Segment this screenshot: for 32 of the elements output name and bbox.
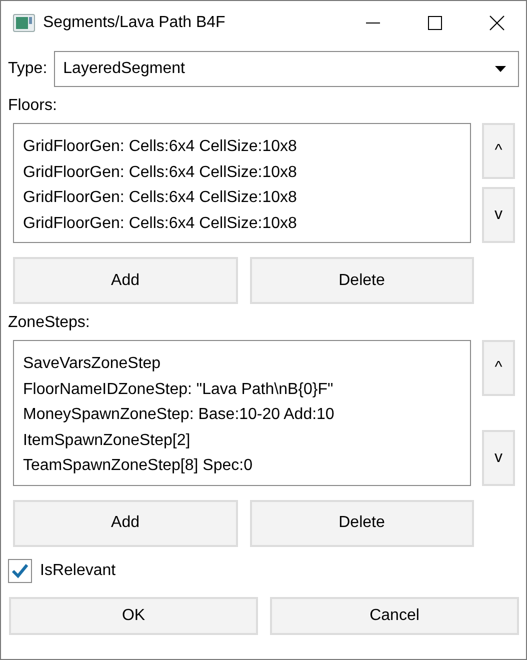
- list-item[interactable]: FloorNameIDZoneStep: "Lava Path\nB{0}F": [23, 376, 461, 402]
- move-up-button[interactable]: ^: [482, 340, 515, 396]
- type-dropdown[interactable]: LayeredSegment: [54, 51, 519, 87]
- close-icon[interactable]: [489, 15, 505, 31]
- list-item[interactable]: GridFloorGen: Cells:6x4 CellSize:10x8: [23, 134, 461, 160]
- delete-button[interactable]: Delete: [250, 257, 474, 304]
- maximize-icon[interactable]: [427, 15, 443, 31]
- list-item[interactable]: MoneySpawnZoneStep: Base:10-20 Add:10: [23, 402, 461, 428]
- checkbox-label: IsRelevant: [40, 562, 116, 580]
- type-label: Type:: [8, 60, 48, 78]
- move-up-button[interactable]: ^: [482, 123, 515, 179]
- list-box[interactable]: GridFloorGen: Cells:6x4 CellSize:10x8 GridFloorGen: Cells:6x4 CellSize:10x8 GridFloorGen: Cells:6x4 CellSize:10x8 GridFloorGen: Cells:6x4 CellSize:10x8: [13, 123, 471, 243]
- list-item[interactable]: SaveVarsZoneStep: [23, 351, 461, 376]
- list-box[interactable]: SaveVarsZoneStep FloorNameIDZoneStep: "Lava Path\nB{0}F" MoneySpawnZoneStep: Base:10-20 Add:10 ItemSpawnZoneStep[2] TeamSpawnZoneStep[8] Spec:0: [13, 340, 471, 486]
- window-title: Segments/Lava Path B4F: [43, 14, 226, 32]
- list-item[interactable]: ItemSpawnZoneStep[2]: [23, 428, 461, 453]
- app-icon: [13, 14, 35, 32]
- list-item[interactable]: GridFloorGen: Cells:6x4 CellSize:10x8: [23, 210, 461, 236]
- list-item[interactable]: GridFloorGen: Cells:6x4 CellSize:10x8: [23, 185, 461, 210]
- list-item[interactable]: GridFloorGen: Cells:6x4 CellSize:10x8: [23, 160, 461, 185]
- list-item[interactable]: TeamSpawnZoneStep[8] Spec:0: [23, 453, 461, 478]
- dropdown-arrow-icon: [495, 66, 506, 72]
- section-label: Floors:: [8, 96, 58, 116]
- section-label: ZoneSteps:: [8, 313, 91, 333]
- move-down-button[interactable]: v: [482, 430, 515, 486]
- ok-button[interactable]: OK: [9, 596, 258, 634]
- move-down-button[interactable]: v: [482, 187, 515, 243]
- delete-button[interactable]: Delete: [250, 500, 474, 546]
- checkbox[interactable]: [8, 558, 32, 582]
- cancel-button[interactable]: Cancel: [270, 596, 519, 634]
- add-button[interactable]: Add: [13, 500, 238, 546]
- add-button[interactable]: Add: [13, 257, 238, 304]
